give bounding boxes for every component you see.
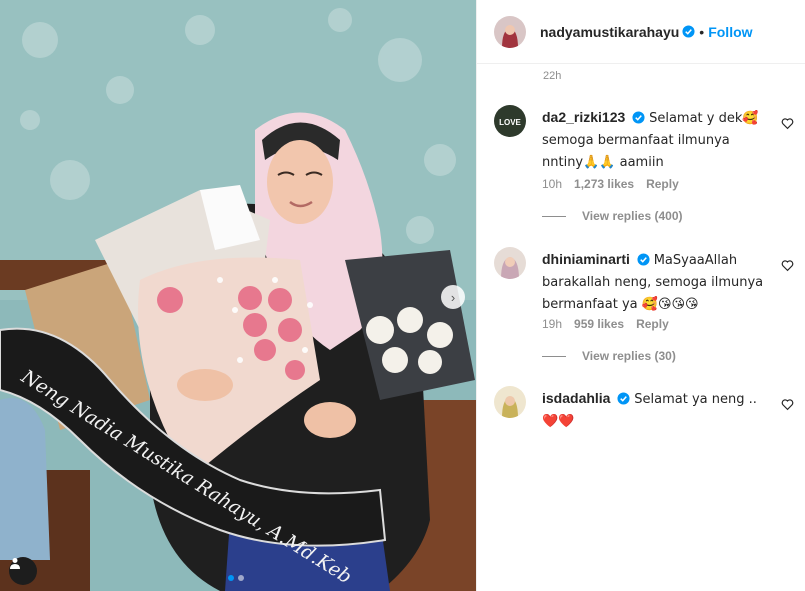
verified-badge-icon xyxy=(617,392,630,405)
carousel-dot xyxy=(238,575,244,581)
heart-outline-icon[interactable] xyxy=(781,259,794,272)
comment-text: da2_rizki123 Selamat y dek🥰 semoga berma… xyxy=(542,107,770,173)
comment-username[interactable]: isdadahlia xyxy=(542,390,610,406)
comment-time: 19h xyxy=(542,317,563,331)
carousel-dot-active xyxy=(228,575,234,581)
view-replies-button[interactable]: View replies (400) xyxy=(542,209,683,223)
comment-username[interactable]: dhiniaminarti xyxy=(542,251,630,267)
author-avatar[interactable] xyxy=(494,15,526,48)
user-tag-button[interactable] xyxy=(9,557,37,585)
reply-button[interactable]: Reply xyxy=(646,177,679,191)
comment-meta: 10h 1,273 likes Reply xyxy=(542,177,679,191)
comment-meta: 19h 959 likes Reply xyxy=(542,317,669,331)
comment-likes[interactable]: 1,273 likes xyxy=(574,177,634,191)
svg-text:LOVE: LOVE xyxy=(499,118,521,127)
carousel-indicator xyxy=(228,575,244,581)
comment-likes[interactable]: 959 likes xyxy=(574,317,624,331)
verified-badge-icon xyxy=(632,111,645,124)
post-header: nadyamustikarahayu • Follow xyxy=(477,0,805,64)
view-replies-button[interactable]: View replies (30) xyxy=(542,349,676,363)
user-tag-icon xyxy=(10,558,20,569)
comment-avatar[interactable] xyxy=(494,247,526,279)
comment-item: LOVE da2_rizki123 Selamat y dek🥰 semoga … xyxy=(494,105,794,230)
comment-username[interactable]: da2_rizki123 xyxy=(542,109,625,125)
comment-text: dhiniaminarti MaSyaaAllah barakallah nen… xyxy=(542,249,770,315)
comments-panel: nadyamustikarahayu • Follow 22h LOVE da2… xyxy=(476,0,805,591)
reply-button[interactable]: Reply xyxy=(636,317,669,331)
post-time: 22h xyxy=(543,70,562,82)
next-photo-button[interactable]: › xyxy=(441,285,465,309)
comment-avatar[interactable]: LOVE xyxy=(494,105,526,137)
photo-illustration: Neng Nadia Mustika Rahayu, A.Md.Keb xyxy=(0,0,476,591)
separator-dot: • xyxy=(699,23,705,40)
comment-item: isdadahlia Selamat ya neng .. ❤️❤️ xyxy=(494,386,794,446)
comment-text: isdadahlia Selamat ya neng .. ❤️❤️ xyxy=(542,388,770,432)
view-replies-label: View replies (30) xyxy=(582,349,676,363)
comment-item: dhiniaminarti MaSyaaAllah barakallah nen… xyxy=(494,247,794,372)
comment-avatar[interactable] xyxy=(494,386,526,418)
heart-outline-icon[interactable] xyxy=(781,117,794,130)
view-replies-label: View replies (400) xyxy=(582,209,683,223)
replies-divider xyxy=(542,355,566,357)
follow-button[interactable]: Follow xyxy=(708,24,752,40)
verified-badge-icon xyxy=(637,253,650,266)
heart-outline-icon[interactable] xyxy=(781,398,794,411)
replies-divider xyxy=(542,215,566,217)
chevron-right-icon: › xyxy=(450,289,456,305)
verified-badge-icon xyxy=(682,25,695,38)
comment-time: 10h xyxy=(542,177,563,191)
author-username[interactable]: nadyamustikarahayu xyxy=(540,24,679,40)
post-photo[interactable]: Neng Nadia Mustika Rahayu, A.Md.Keb › xyxy=(0,0,476,591)
